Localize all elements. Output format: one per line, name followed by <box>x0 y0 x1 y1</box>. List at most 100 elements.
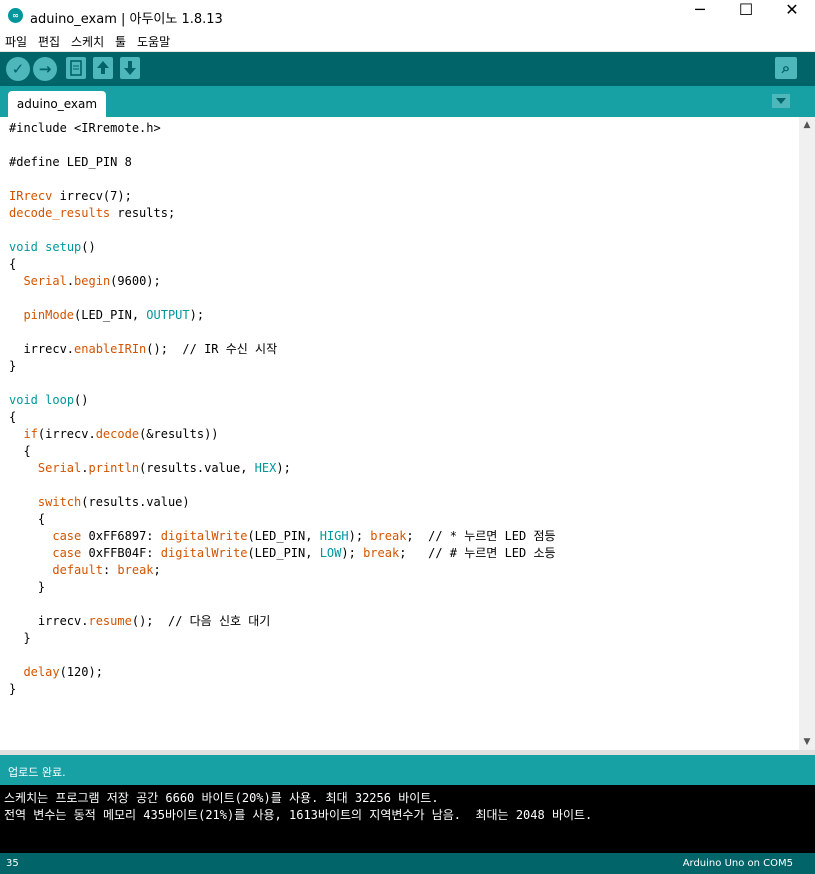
code-line[interactable]: } <box>9 579 556 596</box>
code-line[interactable]: { <box>9 511 556 528</box>
code-line[interactable]: void setup() <box>9 239 556 256</box>
code-token: } <box>9 682 17 696</box>
arduino-app-icon: ∞ <box>8 8 23 23</box>
maximize-button[interactable]: ☐ <box>723 0 769 31</box>
code-token: . <box>66 274 75 288</box>
code-line[interactable] <box>9 477 556 494</box>
code-token: digitalWrite <box>160 529 248 543</box>
menu-sketch[interactable]: 스케치 <box>71 33 104 50</box>
code-token: irrecv. <box>9 342 75 356</box>
code-token: pinMode <box>23 308 75 322</box>
code-token: delay <box>23 665 60 679</box>
code-line[interactable]: } <box>9 681 556 698</box>
code-line[interactable] <box>9 222 556 239</box>
code-line[interactable]: { <box>9 443 556 460</box>
code-line[interactable] <box>9 290 556 307</box>
code-token: } <box>9 359 17 373</box>
menu-tools[interactable]: 툴 <box>115 33 126 50</box>
code-line[interactable] <box>9 596 556 613</box>
minimize-button[interactable]: ─ <box>677 0 723 31</box>
code-token: LOW <box>319 546 342 560</box>
code-line[interactable] <box>9 137 556 154</box>
window-title: aduino_exam | 아두이노 1.8.13 <box>30 12 223 27</box>
code-token: } <box>9 631 31 645</box>
tab-menu-chevron-down-icon[interactable] <box>772 94 790 108</box>
code-token: enableIRIn <box>74 342 147 356</box>
code-token: { <box>9 410 17 424</box>
code-line[interactable] <box>9 647 556 664</box>
code-token: : <box>102 563 118 577</box>
scroll-down-icon[interactable]: ▼ <box>799 734 815 750</box>
code-line[interactable]: #define LED_PIN 8 <box>9 154 556 171</box>
upload-icon[interactable]: → <box>33 57 57 81</box>
save-icon[interactable] <box>120 57 140 79</box>
code-line[interactable]: void loop() <box>9 392 556 409</box>
new-file-glyph <box>70 60 82 76</box>
close-button[interactable]: ✕ <box>769 0 815 31</box>
code-line[interactable] <box>9 171 556 188</box>
code-token: () <box>81 240 96 254</box>
code-token: #define LED_PIN 8 <box>9 155 132 169</box>
code-line[interactable]: } <box>9 358 556 375</box>
open-icon[interactable] <box>93 57 113 79</box>
code-token: (results.value) <box>81 495 190 509</box>
code-text[interactable]: #include <IRremote.h> #define LED_PIN 8 … <box>9 120 556 698</box>
code-token: setup <box>45 240 82 254</box>
console-output: 스케치는 프로그램 저장 공간 6660 바이트(20%)를 사용. 최대 32… <box>0 785 815 853</box>
menu-help[interactable]: 도움말 <box>137 33 170 50</box>
code-line[interactable]: decode_results results; <box>9 205 556 222</box>
code-line[interactable]: } <box>9 630 556 647</box>
scroll-up-icon[interactable]: ▲ <box>799 117 815 133</box>
verify-icon[interactable]: ✓ <box>6 57 30 81</box>
serial-monitor-icon[interactable]: ⌕ <box>775 57 797 79</box>
code-token: case <box>52 546 82 560</box>
code-line[interactable]: Serial.begin(9600); <box>9 273 556 290</box>
code-token: 0xFF6897: <box>81 529 161 543</box>
code-token: (results.value, <box>139 461 255 475</box>
code-line[interactable]: Serial.println(results.value, HEX); <box>9 460 556 477</box>
code-line[interactable]: switch(results.value) <box>9 494 556 511</box>
code-token: ; // # 누르면 LED 소등 <box>399 546 556 560</box>
code-token: (&results)) <box>139 427 219 441</box>
code-line[interactable]: irrecv.enableIRIn(); // IR 수신 시작 <box>9 341 556 358</box>
toolbar: ✓ → ⌕ <box>0 52 815 86</box>
code-token: { <box>9 512 46 526</box>
line-number: 35 <box>6 858 19 869</box>
code-token: begin <box>74 274 111 288</box>
code-line[interactable] <box>9 324 556 341</box>
code-token: void <box>9 240 38 254</box>
code-line[interactable]: pinMode(LED_PIN, OUTPUT); <box>9 307 556 324</box>
code-token: println <box>88 461 140 475</box>
console-line: 전역 변수는 동적 메모리 435바이트(21%)를 사용, 1613바이트의 … <box>4 808 593 822</box>
code-editor[interactable]: #include <IRremote.h> #define LED_PIN 8 … <box>0 117 799 750</box>
editor-scrollbar[interactable]: ▲ ▼ <box>799 117 815 750</box>
code-line[interactable]: { <box>9 256 556 273</box>
code-token: IRrecv <box>9 189 53 203</box>
menu-edit[interactable]: 편집 <box>38 33 60 50</box>
menu-file[interactable]: 파일 <box>5 33 27 50</box>
code-token: resume <box>88 614 132 628</box>
down-arrow-glyph <box>124 61 136 75</box>
code-line[interactable]: if(irrecv.decode(&results)) <box>9 426 556 443</box>
new-sketch-icon[interactable] <box>66 57 86 79</box>
code-line[interactable]: irrecv.resume(); // 다음 신호 대기 <box>9 613 556 630</box>
title-bar: ∞ aduino_exam | 아두이노 1.8.13 ─ ☐ ✕ <box>0 0 815 31</box>
console-line: 스케치는 프로그램 저장 공간 6660 바이트(20%)를 사용. 최대 32… <box>4 791 439 805</box>
code-token: (LED_PIN, <box>74 308 147 322</box>
code-token: ); <box>348 529 371 543</box>
code-token: ); <box>341 546 364 560</box>
code-line[interactable]: #include <IRremote.h> <box>9 120 556 137</box>
code-line[interactable] <box>9 375 556 392</box>
code-line[interactable]: case 0xFFB04F: digitalWrite(LED_PIN, LOW… <box>9 545 556 562</box>
tab-sketch[interactable]: aduino_exam <box>8 91 106 117</box>
code-line[interactable]: IRrecv irrecv(7); <box>9 188 556 205</box>
code-line[interactable]: { <box>9 409 556 426</box>
code-token: if <box>23 427 38 441</box>
code-line[interactable]: delay(120); <box>9 664 556 681</box>
code-token: { <box>9 257 17 271</box>
code-line[interactable]: default: break; <box>9 562 556 579</box>
code-token: HIGH <box>319 529 349 543</box>
code-line[interactable]: case 0xFF6897: digitalWrite(LED_PIN, HIG… <box>9 528 556 545</box>
